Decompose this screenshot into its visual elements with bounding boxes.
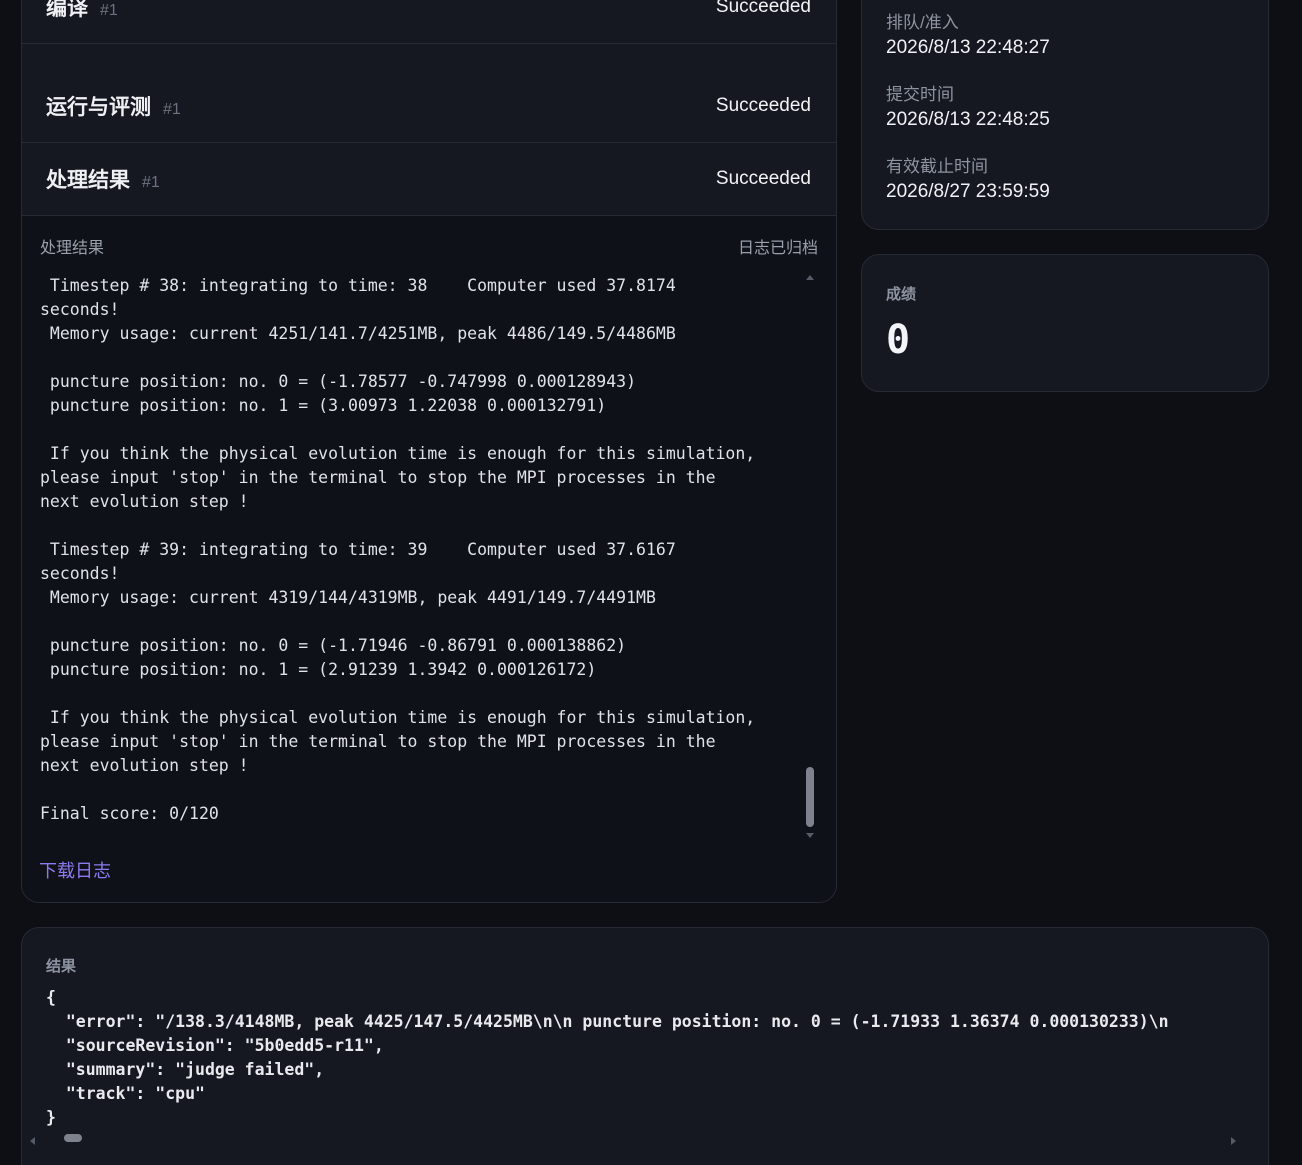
log-line: puncture position: no. 0 = (-1.78577 -0.… (40, 372, 637, 391)
log-panel: 处理结果 日志已归档 Timestep # 38: integrating to… (22, 216, 836, 902)
time-value-submitted: 2026/8/13 22:48:25 (886, 109, 1050, 130)
result-json-line: "track": "cpu" (46, 1084, 205, 1103)
score-label: 成绩 (886, 286, 917, 303)
score-card: 成绩 0 (861, 254, 1269, 392)
stage-process-result[interactable]: 处理结果 #1 Succeeded (22, 143, 836, 216)
log-line: next evolution step ! (40, 756, 249, 775)
stage-status: Succeeded (715, 168, 811, 189)
log-line: Final score: 0/120 (40, 804, 219, 823)
log-line: If you think the physical evolution time… (40, 708, 756, 727)
log-scrollbar-thumb[interactable] (806, 767, 814, 827)
log-line: Memory usage: current 4319/144/4319MB, p… (40, 588, 656, 607)
result-label: 结果 (46, 958, 77, 975)
scroll-down-arrow-icon[interactable] (806, 833, 814, 838)
scroll-left-arrow-icon[interactable] (30, 1137, 35, 1145)
timeline-card: 排队/准入 2026/8/13 22:48:27 提交时间 2026/8/13 … (861, 0, 1269, 230)
log-line: next evolution step ! (40, 492, 249, 511)
log-line: seconds! (40, 564, 120, 583)
score-value: 0 (886, 317, 911, 363)
stage-name: 处理结果 (46, 169, 130, 192)
result-scrollbar-thumb[interactable] (64, 1134, 82, 1142)
stage-status: Succeeded (715, 0, 811, 17)
log-output[interactable]: Timestep # 38: integrating to time: 38 C… (40, 274, 812, 854)
log-line: please input 'stop' in the terminal to s… (40, 468, 716, 487)
result-card: 结果 { "error": "/138.3/4148MB, peak 4425/… (21, 927, 1269, 1165)
log-archived-label: 日志已归档 (737, 240, 818, 257)
stage-run-judge[interactable]: 运行与评测 #1 Succeeded (22, 70, 836, 143)
log-title: 处理结果 (40, 240, 105, 257)
stage-status: Succeeded (715, 95, 811, 116)
result-json-line: "error": "/138.3/4148MB, peak 4425/147.5… (46, 1012, 1169, 1031)
stage-name: 编译 (46, 0, 88, 20)
log-line: Memory usage: current 4251/141.7/4251MB,… (40, 324, 676, 343)
scroll-right-arrow-icon[interactable] (1231, 1137, 1236, 1145)
time-value-queue: 2026/8/13 22:48:27 (886, 37, 1050, 58)
time-label-submitted: 提交时间 (886, 85, 954, 104)
stages-card: 编译 #1 Succeeded 运行与评测 #1 Succeeded 处理结果 … (21, 0, 837, 903)
stage-compile[interactable]: 编译 #1 Succeeded (22, 0, 836, 44)
stage-name: 运行与评测 (46, 96, 151, 119)
time-label-queue: 排队/准入 (886, 13, 959, 32)
result-json-line: "sourceRevision": "5b0edd5-r11", (46, 1036, 384, 1055)
stage-title: 处理结果 #1 (46, 164, 160, 194)
stage-title: 编译 #1 (46, 0, 118, 22)
log-line: puncture position: no. 1 = (2.91239 1.39… (40, 660, 597, 679)
scroll-up-arrow-icon[interactable] (806, 275, 814, 280)
stage-number: #1 (142, 174, 160, 191)
log-line: puncture position: no. 0 = (-1.71946 -0.… (40, 636, 627, 655)
download-log-link[interactable]: 下载日志 (39, 857, 111, 883)
stage-number: #1 (163, 101, 181, 118)
log-line: seconds! (40, 300, 120, 319)
stage-number: #1 (100, 2, 118, 19)
result-json-line: { (46, 988, 56, 1007)
log-line: puncture position: no. 1 = (3.00973 1.22… (40, 396, 607, 415)
result-json-line: } (46, 1108, 56, 1127)
log-header: 处理结果 日志已归档 (40, 234, 818, 258)
log-line: If you think the physical evolution time… (40, 444, 756, 463)
time-value-deadline: 2026/8/27 23:59:59 (886, 181, 1050, 202)
log-line: Timestep # 39: integrating to time: 39 C… (40, 540, 676, 559)
stage-title: 运行与评测 #1 (46, 91, 181, 121)
log-line: please input 'stop' in the terminal to s… (40, 732, 716, 751)
result-json-line: "summary": "judge failed", (46, 1060, 325, 1079)
result-json[interactable]: { "error": "/138.3/4148MB, peak 4425/147… (46, 986, 1240, 1130)
time-label-deadline: 有效截止时间 (886, 157, 988, 176)
log-line: Timestep # 38: integrating to time: 38 C… (40, 276, 676, 295)
